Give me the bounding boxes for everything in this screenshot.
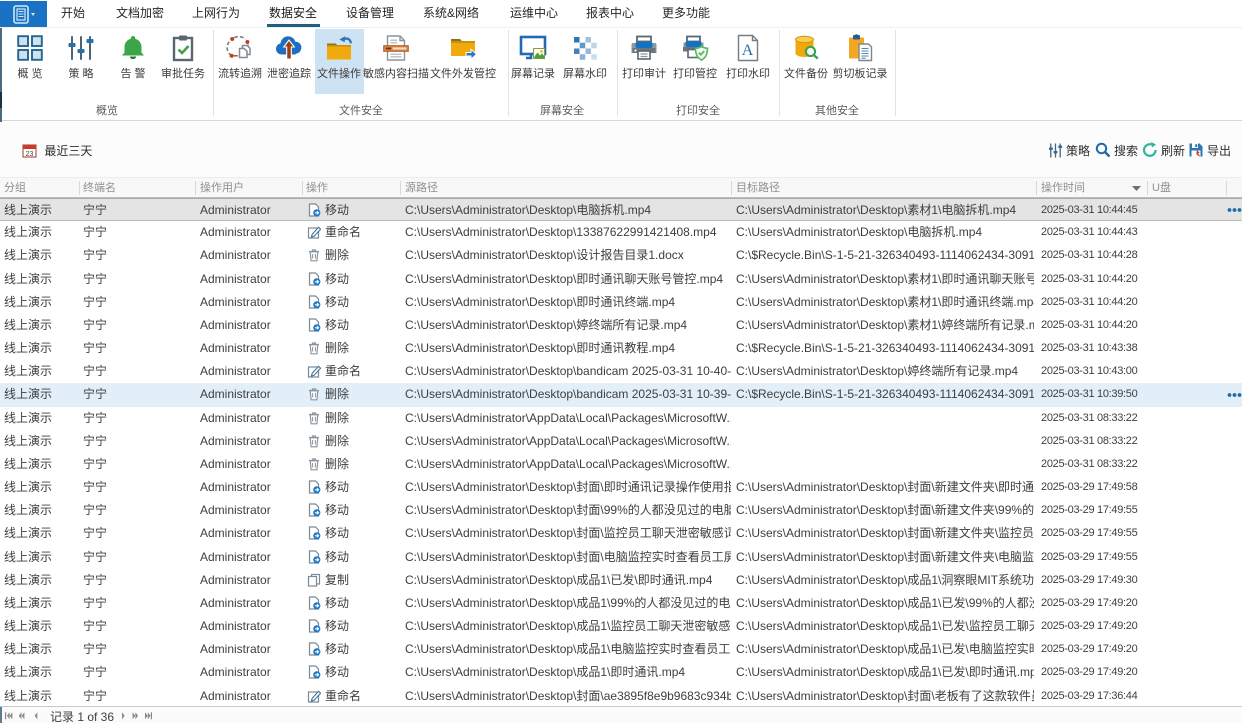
- svg-text:23: 23: [26, 151, 34, 158]
- svg-text:A: A: [742, 42, 754, 59]
